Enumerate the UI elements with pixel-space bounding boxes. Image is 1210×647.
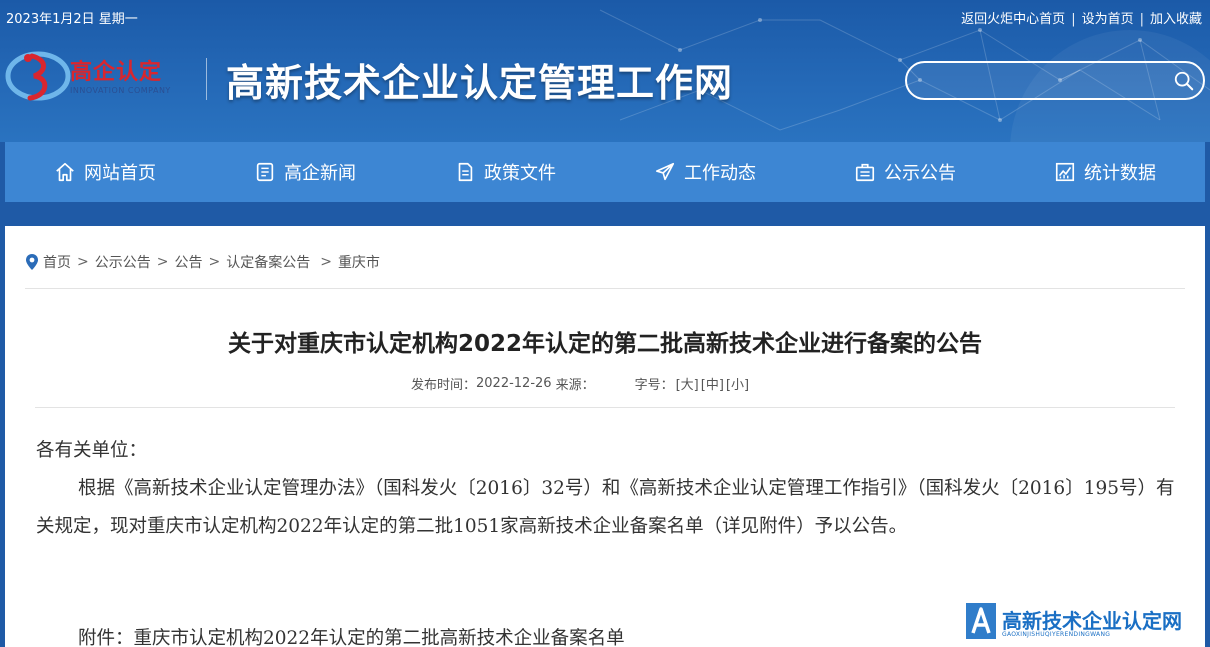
- search-input[interactable]: [921, 70, 1161, 92]
- breadcrumb-notices[interactable]: 公示公告: [95, 252, 151, 272]
- breadcrumb-separator: >: [77, 254, 89, 270]
- nav-item-home[interactable]: 网站首页: [48, 142, 162, 202]
- nav-item-label: 网站首页: [84, 163, 156, 184]
- nav-item-news[interactable]: 高企新闻: [248, 142, 362, 202]
- nav-item-label: 统计数据: [1084, 163, 1156, 184]
- divider: [25, 288, 1185, 289]
- breadcrumb-filing-notices[interactable]: 认定备案公告: [226, 252, 310, 272]
- chart-icon: [1055, 162, 1075, 182]
- site-title: 高新技术企业认定管理工作网: [226, 60, 734, 105]
- main-content: 首页 > 公示公告 > 公告 > 认定备案公告 > 重庆市 关于对重庆市认定机构…: [5, 226, 1205, 647]
- font-size-small-button[interactable]: [小]: [726, 374, 749, 393]
- top-links: 返回火炬中心首页 | 设为首页 | 加入收藏: [961, 8, 1202, 27]
- nav-item-work-updates[interactable]: 工作动态: [648, 142, 762, 202]
- site-header: 2023年1月2日 星期一 返回火炬中心首页 | 设为首页 | 加入收藏 高企认定 IN…: [0, 0, 1210, 142]
- breadcrumb-chongqing[interactable]: 重庆市: [338, 252, 380, 272]
- article-body: 各有关单位： 根据《高新技术企业认定管理办法》（国科发火〔2016〕32号）和《…: [36, 432, 1176, 546]
- attachment-line[interactable]: 附件：重庆市认定机构2022年认定的第二批高新技术企业备案名单: [78, 624, 625, 647]
- nav-item-label: 工作动态: [684, 163, 756, 184]
- nav-item-label: 高企新闻: [284, 163, 356, 184]
- breadcrumb: 首页 > 公示公告 > 公告 > 认定备案公告 > 重庆市: [25, 252, 380, 272]
- publish-label: 发布时间：: [411, 378, 477, 393]
- watermark-subtext: GAOXINJISHUQIYERENDINGWANG: [1002, 631, 1111, 638]
- separator: |: [1139, 12, 1144, 27]
- logo-subtext: INNOVATION COMPANY: [70, 86, 171, 95]
- home-icon: [56, 162, 74, 182]
- source-label: 来源：: [555, 378, 595, 393]
- article-paragraph: 根据《高新技术企业认定管理办法》（国科发火〔2016〕32号）和《高新技术企业认…: [36, 478, 1175, 537]
- nav-item-statistics[interactable]: 统计数据: [1048, 142, 1162, 202]
- main-nav: 网站首页 高企新闻 政策文件 工作动态 公示公告 统计数据: [5, 142, 1205, 202]
- breadcrumb-separator: >: [208, 254, 221, 270]
- nav-item-policy[interactable]: 政策文件: [448, 142, 562, 202]
- set-homepage-link[interactable]: 设为首页: [1082, 12, 1134, 27]
- publish-date: 2022-12-26: [476, 376, 552, 391]
- font-size-medium-button[interactable]: [中]: [701, 374, 724, 393]
- notice-icon: [855, 163, 875, 182]
- current-date: 2023年1月2日 星期一: [6, 12, 138, 27]
- breadcrumb-separator: >: [320, 254, 332, 270]
- salutation: 各有关单位：: [36, 440, 148, 461]
- divider: [35, 407, 1175, 408]
- logo-divider: [206, 58, 207, 100]
- article-meta: 发布时间： 2022-12-26 来源： 字号： [大] [中] [小]: [411, 374, 749, 393]
- logo-text: 高企认定: [70, 59, 163, 85]
- site-logo[interactable]: 高企认定 INNOVATION COMPANY: [4, 46, 204, 106]
- nav-item-label: 公示公告: [884, 163, 956, 184]
- search-box: [905, 61, 1205, 100]
- breadcrumb-home[interactable]: 首页: [43, 252, 71, 272]
- paper-plane-icon: [655, 162, 675, 181]
- return-torch-center-link[interactable]: 返回火炬中心首页: [961, 12, 1065, 27]
- nav-item-notices[interactable]: 公示公告: [848, 142, 962, 202]
- location-pin-icon: [26, 254, 38, 270]
- font-size-large-button[interactable]: [大]: [676, 374, 699, 393]
- font-size-label: 字号：: [634, 378, 674, 393]
- article-title: 关于对重庆市认定机构2022年认定的第二批高新技术企业进行备案的公告: [227, 331, 982, 357]
- watermark: 高新技术企业认定网 GAOXINJISHUQIYERENDINGWANG: [962, 599, 1208, 645]
- news-icon: [256, 162, 274, 182]
- logo-swoosh-icon: [5, 51, 71, 101]
- search-icon[interactable]: [1173, 70, 1195, 92]
- breadcrumb-separator: >: [156, 254, 169, 270]
- breadcrumb-announcement[interactable]: 公告: [174, 252, 202, 272]
- add-favorites-link[interactable]: 加入收藏: [1150, 12, 1202, 27]
- watermark-logo-icon: [966, 603, 996, 639]
- document-icon: [458, 162, 473, 182]
- separator: |: [1071, 12, 1076, 27]
- nav-item-label: 政策文件: [484, 163, 556, 184]
- watermark-text: 高新技术企业认定网: [1002, 609, 1182, 633]
